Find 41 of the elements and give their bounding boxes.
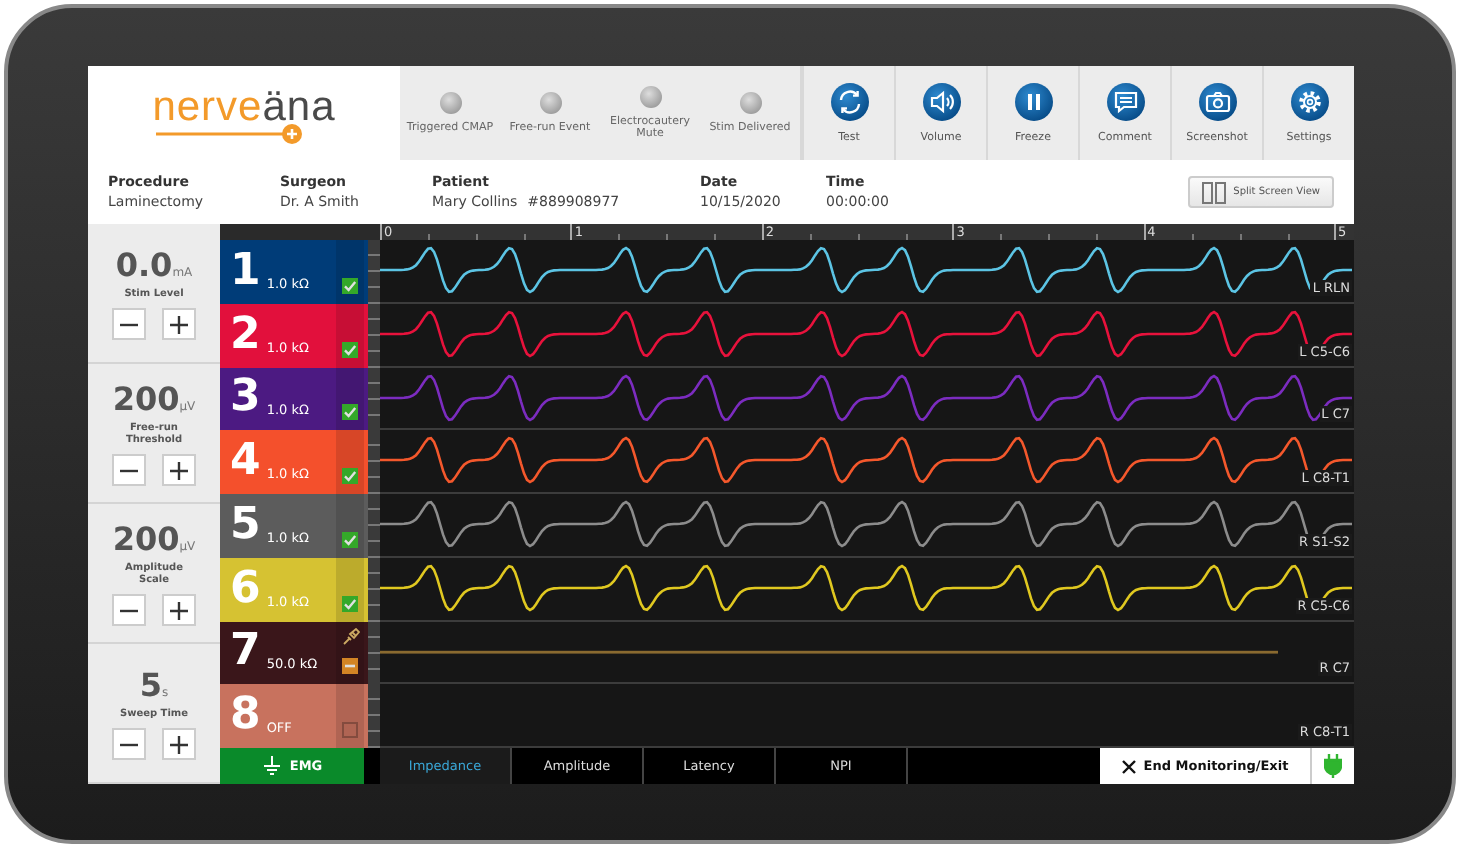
channel-number: 6 [230, 565, 261, 613]
ground-icon [261, 756, 282, 776]
channel-number: 2 [230, 311, 261, 359]
speech-bubble-icon [1105, 82, 1145, 122]
channel-checkbox[interactable] [342, 722, 358, 738]
channel-number: 8 [230, 692, 261, 740]
electrode-icon [342, 627, 360, 645]
channel-number: 1 [230, 247, 261, 296]
channel-number: 3 [230, 374, 261, 423]
split-screen-icon [1201, 181, 1226, 203]
increase-button[interactable] [162, 308, 196, 340]
decrease-button[interactable] [112, 454, 146, 486]
refresh-icon [829, 82, 869, 122]
logo-plus-icon [156, 121, 305, 145]
logo-text: äna [262, 83, 336, 129]
settings-icon [1289, 82, 1329, 122]
decrease-button[interactable] [112, 308, 146, 340]
control-value: 0.0 [115, 246, 173, 284]
decrease-button[interactable] [112, 594, 146, 626]
plus-icon [170, 461, 188, 479]
channel-checkbox[interactable] [342, 658, 358, 675]
close-icon [1121, 759, 1136, 773]
logo-text: nerve [152, 83, 263, 129]
increase-button[interactable] [162, 594, 196, 626]
plug-icon [1324, 754, 1342, 778]
channel-number: 5 [230, 501, 261, 550]
channel-number: 7 [230, 628, 261, 677]
camera-icon [1197, 82, 1237, 122]
channel-number: 4 [230, 438, 261, 486]
control-value: 5 [139, 666, 162, 704]
plus-icon [170, 601, 188, 619]
control-value: 200 [112, 380, 180, 418]
pause-icon [1013, 82, 1053, 122]
power-button[interactable] [1310, 748, 1354, 784]
increase-button[interactable] [162, 728, 196, 760]
speaker-icon [921, 82, 961, 122]
plus-icon [170, 315, 188, 333]
control-value: 200 [112, 520, 180, 558]
decrease-button[interactable] [112, 728, 146, 760]
increase-button[interactable] [162, 454, 196, 486]
plus-icon [170, 735, 188, 753]
